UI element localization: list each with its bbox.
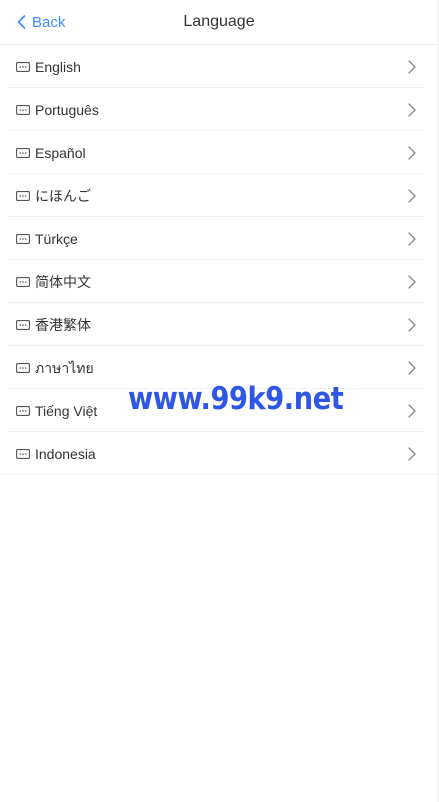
language-icon	[16, 319, 30, 330]
chevron-right-icon	[408, 404, 416, 418]
language-item-turkce[interactable]: Türkçe	[0, 217, 438, 260]
language-label: Indonesia	[35, 445, 96, 462]
language-item-espanol[interactable]: Español	[0, 131, 438, 174]
chevron-right-icon	[408, 60, 416, 74]
chevron-right-icon	[408, 103, 416, 117]
language-icon	[16, 233, 30, 244]
chevron-right-icon	[408, 318, 416, 332]
language-item-english[interactable]: English	[0, 45, 438, 88]
language-page: Back Language English Português Español …	[0, 0, 439, 802]
page-title: Language	[183, 13, 255, 30]
language-label: ภาษาไทย	[35, 359, 94, 376]
language-label: English	[35, 58, 81, 75]
language-item-simplified-chinese[interactable]: 简体中文	[0, 260, 438, 303]
chevron-right-icon	[408, 232, 416, 246]
chevron-right-icon	[408, 275, 416, 289]
language-item-indonesia[interactable]: Indonesia	[0, 432, 438, 475]
language-icon	[16, 61, 30, 72]
language-label: にほんご	[35, 187, 91, 204]
language-item-portugues[interactable]: Português	[0, 88, 438, 131]
language-icon	[16, 276, 30, 287]
language-item-traditional-chinese[interactable]: 香港繁体	[0, 303, 438, 346]
language-icon	[16, 362, 30, 373]
language-icon	[16, 147, 30, 158]
language-icon	[16, 448, 30, 459]
language-label: Tiếng Việt	[35, 402, 98, 419]
watermark-text: www.99k9.net	[128, 381, 344, 417]
chevron-right-icon	[408, 447, 416, 461]
language-label: 简体中文	[35, 273, 91, 290]
language-icon	[16, 190, 30, 201]
nav-header: Back Language	[0, 0, 438, 45]
language-label: Türkçe	[35, 230, 78, 247]
chevron-right-icon	[408, 361, 416, 375]
chevron-right-icon	[408, 189, 416, 203]
language-label: Español	[35, 144, 86, 161]
language-item-japanese[interactable]: にほんご	[0, 174, 438, 217]
language-icon	[16, 104, 30, 115]
language-label: Português	[35, 101, 99, 118]
language-label: 香港繁体	[35, 316, 91, 333]
language-icon	[16, 405, 30, 416]
chevron-right-icon	[408, 146, 416, 160]
